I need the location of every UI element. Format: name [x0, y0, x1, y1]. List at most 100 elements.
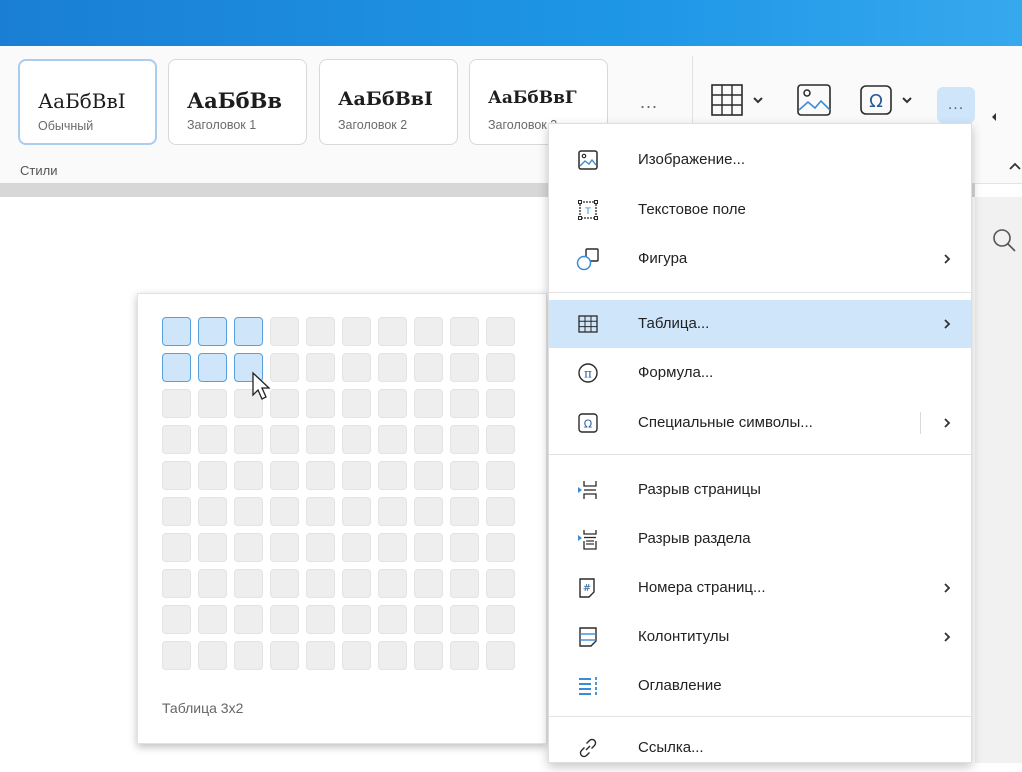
- table-grid-cell[interactable]: [486, 461, 515, 490]
- table-grid-cell[interactable]: [414, 641, 443, 670]
- table-grid-cell[interactable]: [306, 605, 335, 634]
- table-grid-cell[interactable]: [270, 605, 299, 634]
- menu-item-table[interactable]: Таблица...: [549, 300, 971, 348]
- menu-item-link[interactable]: Ссылка...: [549, 724, 971, 772]
- table-grid-cell[interactable]: [198, 533, 227, 562]
- table-grid-cell[interactable]: [486, 425, 515, 454]
- table-grid-cell[interactable]: [162, 641, 191, 670]
- table-grid-cell[interactable]: [378, 605, 407, 634]
- table-grid-cell[interactable]: [162, 569, 191, 598]
- table-grid-cell[interactable]: [486, 353, 515, 382]
- table-grid-cell[interactable]: [306, 569, 335, 598]
- table-grid-cell[interactable]: [234, 317, 263, 346]
- style-heading-2[interactable]: АаБбВвІ Заголовок 2: [319, 59, 458, 145]
- table-grid-cell[interactable]: [486, 605, 515, 634]
- style-heading-1[interactable]: АаБбВв Заголовок 1: [168, 59, 307, 145]
- table-grid-cell[interactable]: [306, 497, 335, 526]
- table-grid-cell[interactable]: [450, 317, 479, 346]
- table-grid-cell[interactable]: [198, 605, 227, 634]
- insert-table-button[interactable]: [710, 83, 765, 117]
- table-grid-cell[interactable]: [198, 569, 227, 598]
- table-grid-cell[interactable]: [486, 641, 515, 670]
- table-grid-cell[interactable]: [270, 353, 299, 382]
- table-grid-cell[interactable]: [450, 569, 479, 598]
- table-grid-cell[interactable]: [414, 353, 443, 382]
- table-grid-cell[interactable]: [162, 389, 191, 418]
- table-grid-cell[interactable]: [414, 317, 443, 346]
- menu-item-header-footer[interactable]: Колонтитулы: [549, 613, 971, 661]
- table-grid-cell[interactable]: [342, 497, 371, 526]
- table-grid-cell[interactable]: [414, 569, 443, 598]
- menu-item-formula[interactable]: π Формула...: [549, 349, 971, 397]
- table-grid-cell[interactable]: [198, 353, 227, 382]
- table-grid-cell[interactable]: [414, 461, 443, 490]
- table-grid-cell[interactable]: [450, 461, 479, 490]
- chevron-right-icon[interactable]: [940, 416, 954, 430]
- table-grid-cell[interactable]: [162, 425, 191, 454]
- menu-item-text-box[interactable]: T Текстовое поле: [549, 186, 971, 234]
- collapse-ribbon-icon[interactable]: [1008, 160, 1022, 172]
- table-grid-cell[interactable]: [486, 317, 515, 346]
- table-grid-cell[interactable]: [486, 569, 515, 598]
- table-grid-cell[interactable]: [378, 533, 407, 562]
- table-grid-cell[interactable]: [342, 425, 371, 454]
- table-grid-cell[interactable]: [306, 533, 335, 562]
- table-grid-cell[interactable]: [414, 425, 443, 454]
- table-grid-cell[interactable]: [270, 317, 299, 346]
- table-grid-cell[interactable]: [486, 389, 515, 418]
- table-grid-cell[interactable]: [234, 605, 263, 634]
- table-grid-cell[interactable]: [342, 569, 371, 598]
- table-grid-cell[interactable]: [198, 425, 227, 454]
- insert-image-button[interactable]: [796, 83, 832, 117]
- table-grid-cell[interactable]: [270, 533, 299, 562]
- table-grid-cell[interactable]: [234, 425, 263, 454]
- menu-item-page-break[interactable]: Разрыв страницы: [549, 466, 971, 514]
- table-grid-cell[interactable]: [198, 497, 227, 526]
- menu-item-shape[interactable]: Фигура: [549, 235, 971, 283]
- table-grid-cell[interactable]: [414, 533, 443, 562]
- table-grid-cell[interactable]: [270, 425, 299, 454]
- table-grid-cell[interactable]: [378, 497, 407, 526]
- menu-item-page-numbers[interactable]: # Номера страниц...: [549, 564, 971, 612]
- table-grid-cell[interactable]: [198, 461, 227, 490]
- table-grid-cell[interactable]: [378, 317, 407, 346]
- menu-item-section-break[interactable]: Разрыв раздела: [549, 515, 971, 563]
- special-symbol-button[interactable]: Ω: [859, 84, 914, 116]
- table-grid-cell[interactable]: [450, 389, 479, 418]
- table-grid-cell[interactable]: [234, 641, 263, 670]
- table-grid-cell[interactable]: [306, 353, 335, 382]
- table-grid-cell[interactable]: [234, 497, 263, 526]
- table-grid-cell[interactable]: [378, 353, 407, 382]
- table-grid-cell[interactable]: [450, 425, 479, 454]
- table-grid-cell[interactable]: [414, 605, 443, 634]
- table-grid-cell[interactable]: [162, 497, 191, 526]
- more-insert-button[interactable]: ...: [937, 87, 975, 123]
- table-grid-cell[interactable]: [378, 425, 407, 454]
- table-grid-cell[interactable]: [342, 533, 371, 562]
- search-icon[interactable]: [991, 227, 1017, 253]
- table-grid-cell[interactable]: [270, 569, 299, 598]
- table-grid-cell[interactable]: [162, 533, 191, 562]
- table-grid-cell[interactable]: [486, 533, 515, 562]
- table-grid-cell[interactable]: [342, 317, 371, 346]
- table-grid-cell[interactable]: [378, 641, 407, 670]
- table-grid-cell[interactable]: [270, 641, 299, 670]
- table-grid-cell[interactable]: [450, 353, 479, 382]
- table-grid-cell[interactable]: [162, 461, 191, 490]
- table-grid-cell[interactable]: [450, 497, 479, 526]
- table-grid-cell[interactable]: [450, 641, 479, 670]
- table-grid-cell[interactable]: [378, 569, 407, 598]
- table-grid-cell[interactable]: [378, 461, 407, 490]
- table-grid-cell[interactable]: [162, 353, 191, 382]
- table-grid-cell[interactable]: [234, 461, 263, 490]
- table-grid-cell[interactable]: [486, 497, 515, 526]
- table-grid-cell[interactable]: [342, 461, 371, 490]
- table-grid-cell[interactable]: [162, 605, 191, 634]
- table-grid-cell[interactable]: [342, 605, 371, 634]
- menu-item-toc[interactable]: Оглавление: [549, 662, 971, 710]
- style-normal[interactable]: АаБбВвІ Обычный: [18, 59, 157, 145]
- table-grid-cell[interactable]: [450, 533, 479, 562]
- table-grid-cell[interactable]: [414, 497, 443, 526]
- table-grid-cell[interactable]: [198, 389, 227, 418]
- table-grid-cell[interactable]: [162, 317, 191, 346]
